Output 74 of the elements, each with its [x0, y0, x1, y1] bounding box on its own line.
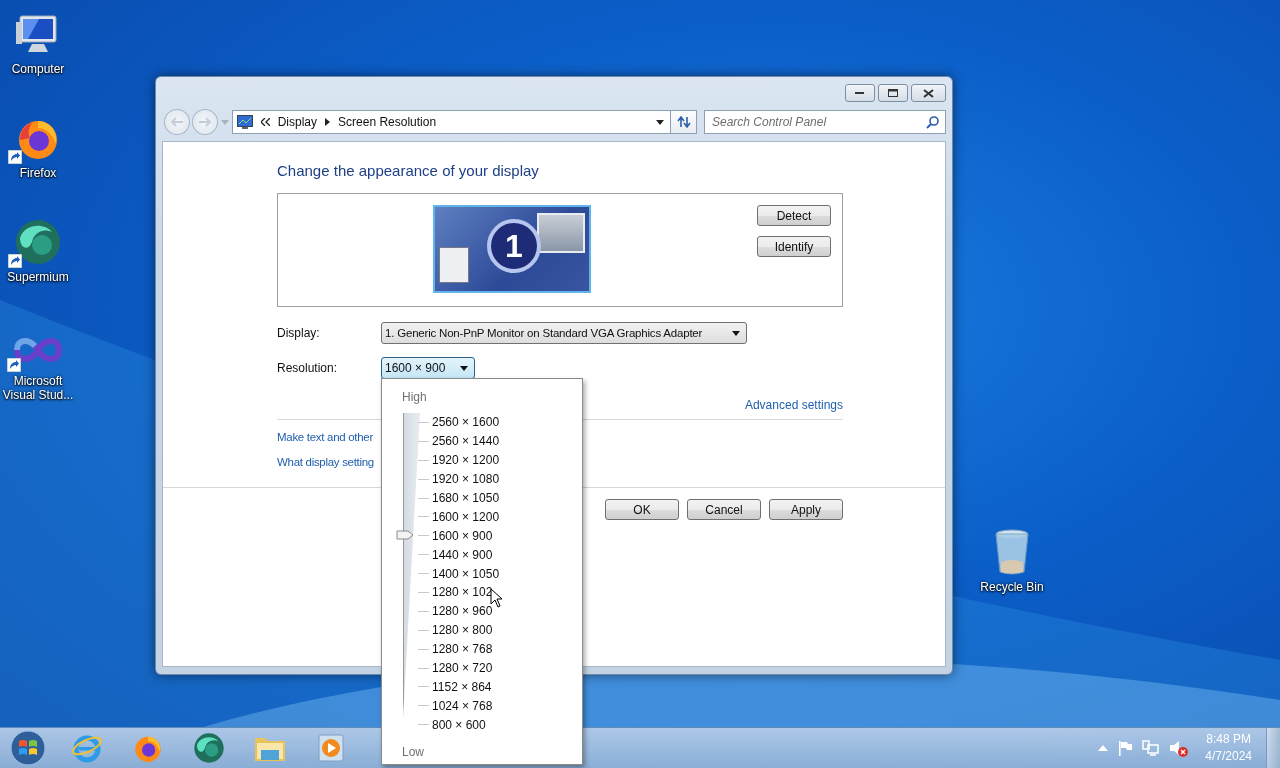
resolution-option[interactable]: 1600 × 1200 [432, 509, 500, 524]
advanced-settings-link[interactable]: Advanced settings [744, 398, 843, 412]
breadcrumb-separator-icon[interactable] [325, 118, 331, 126]
caret-icon [460, 365, 468, 371]
network-icon[interactable] [1142, 740, 1161, 756]
monitor-number: 1 [487, 219, 541, 273]
resolution-option[interactable]: 1280 × 720 [432, 661, 493, 675]
close-button[interactable] [911, 84, 946, 102]
help-link[interactable]: What display setting [277, 456, 374, 468]
minimize-button[interactable] [845, 84, 875, 102]
high-label: High [402, 390, 428, 405]
dialog-button[interactable]: Cancel [687, 499, 761, 520]
resolution-option[interactable]: 1152 × 864 [432, 679, 492, 694]
desktop-icon-label[interactable]: Firefox [19, 166, 57, 180]
breadcrumb-item[interactable]: Display [277, 115, 318, 129]
dropdown-caret-icon[interactable] [656, 119, 665, 125]
help-link[interactable]: Make text and other [277, 431, 373, 443]
breadcrumb-item[interactable]: Screen Resolution [338, 115, 437, 129]
clock-date: 4/7/2024 [1205, 748, 1252, 765]
resolution-option[interactable]: 1680 × 1050 [432, 491, 500, 505]
minimize-icon [855, 91, 865, 95]
dialog-button[interactable]: OK [605, 499, 679, 520]
forward-arrow-icon [197, 117, 212, 127]
monitor-icon [236, 114, 253, 130]
back-arrow-icon [169, 117, 184, 127]
desktop-icon-label[interactable]: Microsoft Visual Stud... [0, 374, 76, 402]
search-field[interactable]: Search Control Panel [704, 110, 946, 134]
search-icon[interactable] [926, 116, 939, 129]
resolution-option[interactable]: 1400 × 1050 [432, 566, 500, 581]
supermium-icon[interactable] [192, 732, 225, 764]
address-bar[interactable]: Display Screen Resolution [231, 110, 672, 134]
caret-icon [732, 330, 740, 336]
resolution-option[interactable]: 1600 × 900 [432, 528, 493, 543]
resolution-option[interactable]: 2560 × 1440 [432, 434, 500, 449]
display-dropdown[interactable]: 1. Generic Non-PnP Monitor on Standard VGA Graphics Adapter [381, 322, 747, 344]
close-icon [923, 88, 934, 98]
resolution-option[interactable]: 1024 × 768 [432, 698, 493, 713]
field-label: Resolution: [277, 361, 339, 375]
resolution-option[interactable]: 1280 × 800 [432, 623, 493, 638]
refresh-button[interactable] [671, 110, 697, 134]
muted-speaker-icon[interactable] [1169, 739, 1190, 757]
resolution-option[interactable]: 1280 × 102 [432, 585, 493, 600]
desktop-icon-label[interactable]: Computer [11, 62, 65, 76]
resolution-option[interactable]: 800 × 600 [432, 717, 486, 732]
media-player-icon[interactable] [315, 732, 346, 764]
chevrons-icon[interactable] [260, 118, 270, 126]
dialog-button[interactable]: Apply [769, 499, 843, 520]
maximize-button[interactable] [878, 84, 908, 102]
monitor-action-button[interactable]: Detect [757, 205, 831, 226]
low-label: Low [402, 745, 425, 761]
resolution-dropdown[interactable]: 1600 × 900 [381, 357, 475, 379]
resolution-option[interactable]: 1920 × 1200 [432, 453, 500, 468]
resolution-option[interactable]: 1920 × 1080 [432, 472, 500, 487]
resolution-option[interactable]: 1280 × 768 [432, 642, 493, 657]
clock-time: 8:48 PM [1206, 731, 1251, 748]
monitor-preview[interactable]: 1 [433, 205, 591, 293]
page-heading: Change the appearance of your display [277, 162, 540, 181]
slider-thumb[interactable] [396, 530, 414, 541]
refresh-icon [676, 115, 691, 129]
resolution-option[interactable]: 2560 × 1600 [432, 415, 500, 430]
flag-icon[interactable] [1117, 740, 1134, 756]
window-thumbnail [537, 213, 585, 253]
resolution-option[interactable]: 1280 × 960 [432, 604, 493, 619]
monitor-action-button[interactable]: Identify [757, 236, 831, 257]
show-hidden-icons-arrow[interactable] [1098, 745, 1109, 751]
desktop-icon-label[interactable]: Recycle Bin [980, 580, 1044, 594]
window-thumbnail [439, 247, 469, 283]
recycle-bin-icon [992, 528, 1032, 576]
supermium-icon [14, 218, 62, 266]
resolution-option[interactable]: 1440 × 900 [432, 547, 493, 562]
field-label: Display: [277, 326, 321, 340]
maximize-icon [887, 88, 899, 98]
desktop-icon-label[interactable]: Supermium [7, 270, 69, 284]
show-desktop-button[interactable] [1266, 728, 1280, 768]
